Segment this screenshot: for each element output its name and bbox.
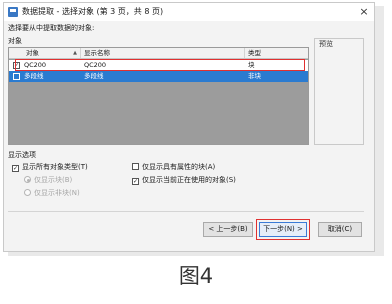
checkbox-unchecked-icon xyxy=(132,163,139,170)
cell-object: 多段线 xyxy=(24,72,44,80)
checkbox-checked-icon: ✓ xyxy=(12,165,19,172)
column-header-display-name[interactable]: 显示名称 xyxy=(81,48,245,58)
cell-object: QC200 xyxy=(24,61,47,69)
title-bar: 数据提取 - 选择对象 (第 3 页，共 8 页) × xyxy=(4,3,374,21)
column-header-object[interactable]: 对象 ▲ xyxy=(9,48,81,58)
show-all-types-label: 显示所有对象类型(T) xyxy=(22,163,88,171)
back-button[interactable]: < 上一步(B) xyxy=(203,222,253,237)
non-blocks-only-radio[interactable]: 仅显示非块(N) xyxy=(24,189,80,198)
sort-arrow-icon: ▲ xyxy=(73,50,77,56)
cell-type: 非块 xyxy=(248,72,261,80)
instruction-text: 选择要从中提取数据的对象: xyxy=(8,24,95,32)
objects-list[interactable]: 对象 ▲ 显示名称 类型 ✓ QC200 QC200 块 多段线 多段线 非块 xyxy=(8,47,309,145)
figure-caption: 图4 xyxy=(178,264,214,288)
radio-icon xyxy=(24,189,31,196)
table-row[interactable]: 多段线 多段线 非块 xyxy=(9,71,308,82)
only-in-use-checkbox[interactable]: ✓ 仅显示当前正在使用的对象(S) xyxy=(132,176,236,185)
only-with-attributes-label: 仅显示具有属性的块(A) xyxy=(142,163,216,171)
next-button[interactable]: 下一步(N) > xyxy=(259,222,307,237)
app-icon xyxy=(8,7,18,17)
show-all-types-checkbox[interactable]: ✓ 显示所有对象类型(T) xyxy=(12,163,88,172)
cell-display-name[interactable]: QC200 xyxy=(84,60,242,71)
divider xyxy=(8,211,364,212)
objects-group-label: 对象 xyxy=(8,37,22,45)
only-in-use-label: 仅显示当前正在使用的对象(S) xyxy=(142,176,236,184)
column-header-display-name-label: 显示名称 xyxy=(84,49,110,57)
only-with-attributes-checkbox[interactable]: 仅显示具有属性的块(A) xyxy=(132,163,215,172)
cancel-button[interactable]: 取消(C) xyxy=(318,222,362,237)
row-checkbox[interactable]: ✓ xyxy=(13,62,20,69)
list-header: 对象 ▲ 显示名称 类型 xyxy=(9,48,308,59)
preview-pane xyxy=(314,38,364,145)
blocks-only-label: 仅显示块(B) xyxy=(34,176,73,184)
radio-icon xyxy=(24,176,31,183)
blocks-only-radio[interactable]: 仅显示块(B) xyxy=(24,176,72,185)
display-options-label: 显示选项 xyxy=(8,151,36,159)
row-checkbox[interactable] xyxy=(13,73,20,80)
cell-display-name[interactable]: 多段线 xyxy=(84,71,242,82)
window-title: 数据提取 - 选择对象 (第 3 页，共 8 页) xyxy=(22,7,164,16)
cell-type: 块 xyxy=(248,61,255,69)
table-row[interactable]: ✓ QC200 QC200 块 xyxy=(9,60,308,71)
close-icon[interactable]: × xyxy=(356,4,372,20)
column-header-type-label: 类型 xyxy=(248,49,261,57)
column-header-object-label: 对象 xyxy=(26,49,39,57)
column-header-type[interactable]: 类型 xyxy=(245,48,308,58)
non-blocks-only-label: 仅显示非块(N) xyxy=(34,189,80,197)
preview-label: 预览 xyxy=(318,40,334,49)
checkbox-checked-icon: ✓ xyxy=(132,178,139,185)
